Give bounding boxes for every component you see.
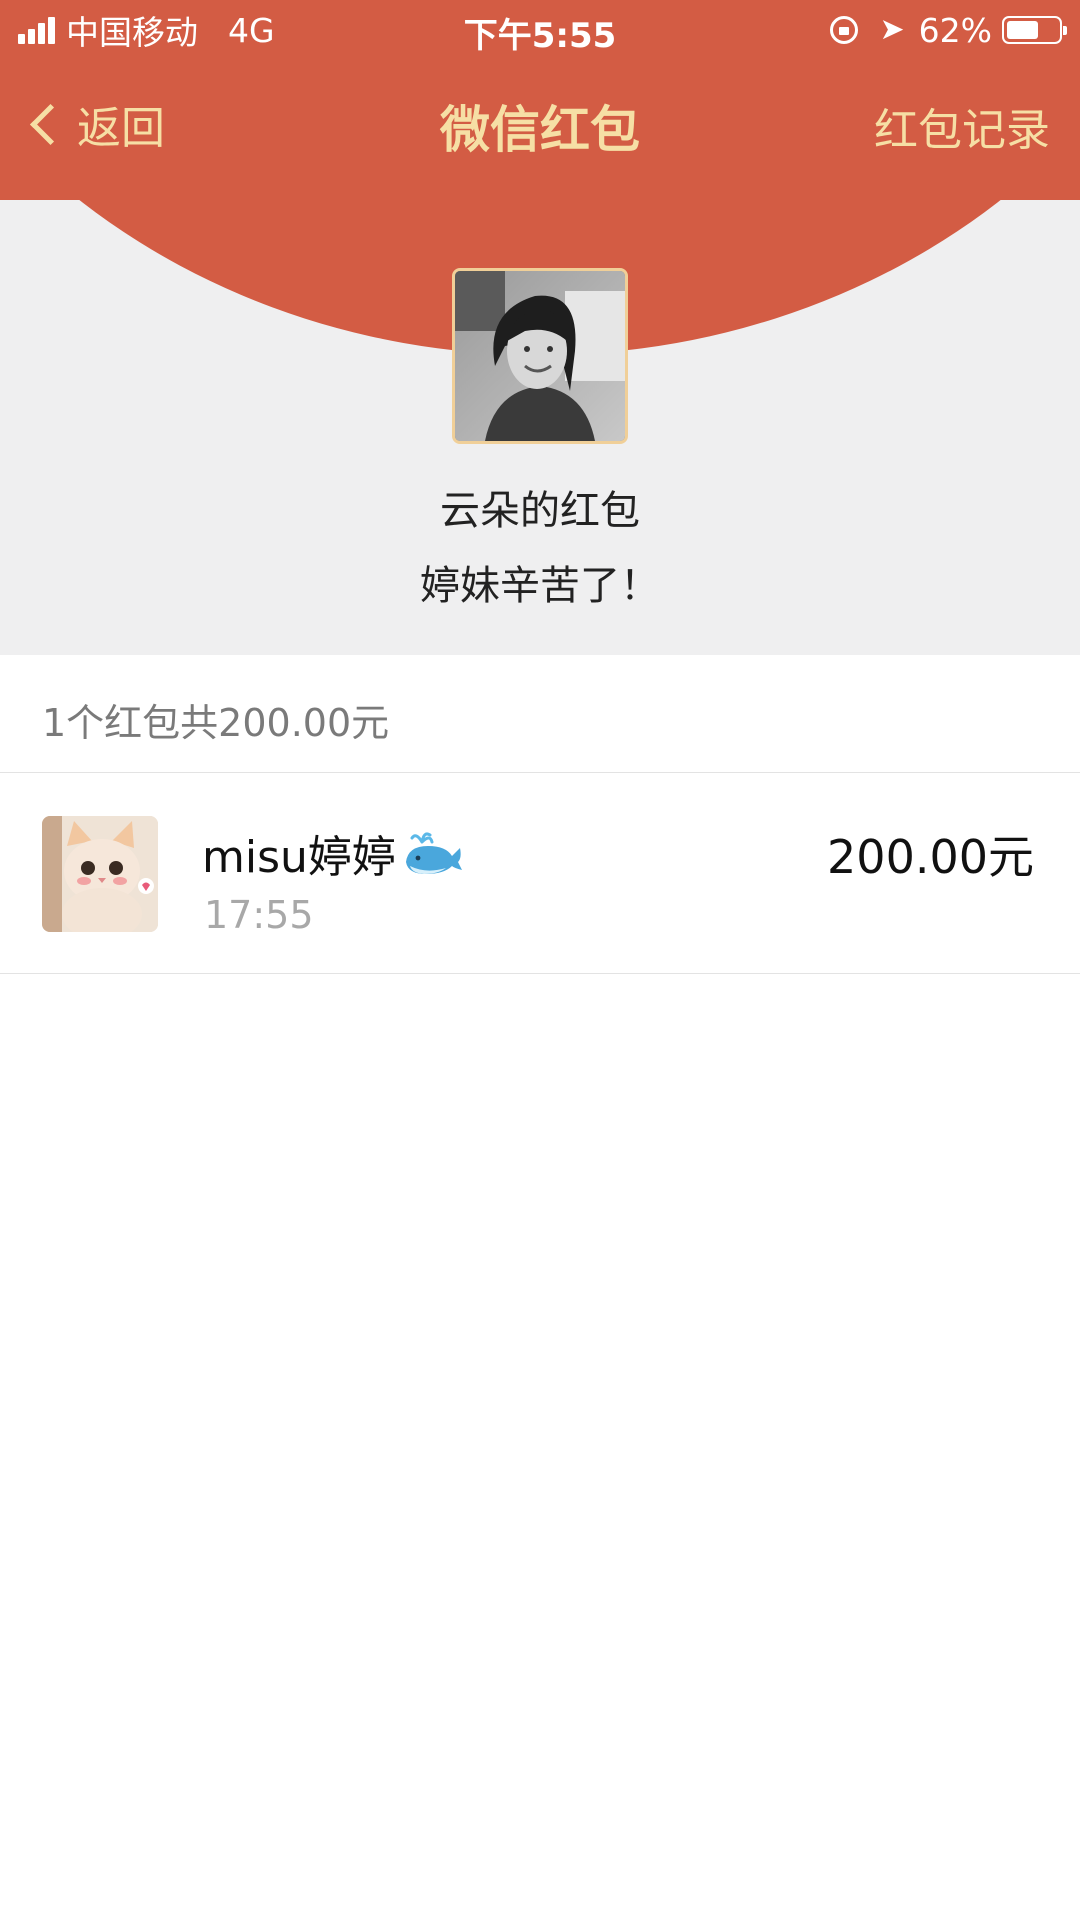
- battery-fill: [1007, 21, 1038, 39]
- location-icon: ➤: [879, 12, 905, 47]
- receive-time: 17:55: [204, 893, 314, 937]
- packet-summary: 1个红包共200.00元: [0, 656, 1080, 773]
- rotation-lock-icon: [829, 16, 858, 44]
- sender-name: 云朵的红包: [440, 488, 640, 534]
- sender-avatar-image: [455, 271, 625, 441]
- list-item[interactable]: misu婷婷 17:55 200.00元: [0, 773, 1080, 974]
- receiver-name: misu婷婷: [202, 821, 464, 885]
- receive-amount: 200.00元: [827, 830, 1034, 884]
- battery-icon: [1002, 16, 1067, 44]
- summary-text: 1个红包共200.00元: [42, 701, 390, 745]
- battery-percent: 62%: [918, 10, 992, 50]
- blessing-message: 婷妹辛苦了！: [420, 563, 660, 609]
- receiver-avatar: [42, 816, 158, 932]
- red-packet-records-button[interactable]: 红包记录: [874, 94, 1050, 158]
- sender-avatar: [452, 268, 628, 444]
- status-right: ➤ 62%: [829, 10, 1067, 50]
- whale-icon: [405, 832, 462, 874]
- status-bar: 中国移动 4G 下午5:55 ➤ 62%: [0, 0, 1080, 60]
- page: 中国移动 4G 下午5:55 ➤ 62% 返回 微信红包 红包记录 云朵的红包 …: [0, 0, 1080, 1921]
- navigation-bar: 返回 微信红包 红包记录: [0, 80, 1080, 170]
- cat-avatar-image: [42, 816, 158, 932]
- receiver-name-text: misu婷婷: [202, 832, 396, 883]
